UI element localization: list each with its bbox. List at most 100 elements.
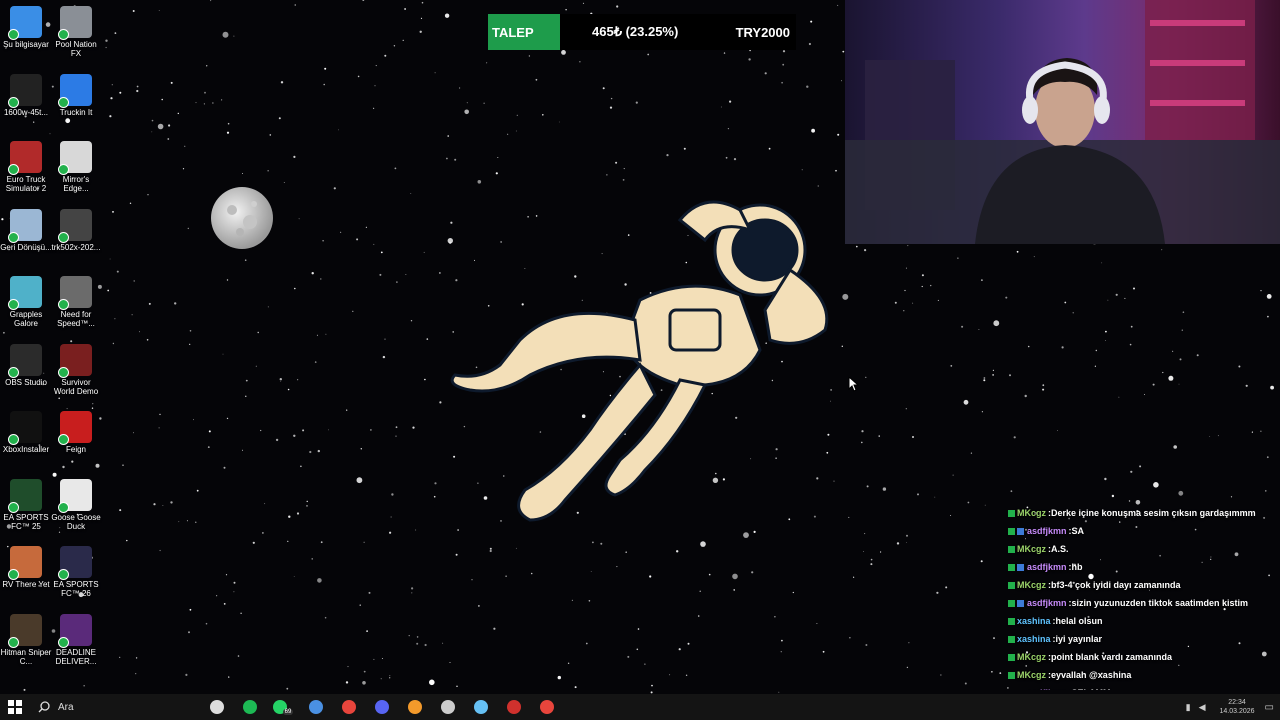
desktop-shortcut[interactable]: Şu bilgisayar: [0, 6, 52, 49]
desktop-shortcut-label: DEADLINE DELIVER...: [55, 647, 97, 666]
chat-message: MKcgz : bf3-4 çok iyidi dayı zamanında: [1006, 576, 1280, 594]
desktop-shortcut[interactable]: Goose Goose Duck: [50, 478, 102, 531]
subscriber-badge-icon: [1008, 635, 1015, 643]
desktop-icon-grid: Şu bilgisayar Pool Nation FX 1600w-45t... T…: [0, 0, 110, 694]
desktop-shortcut[interactable]: OBS Studio: [0, 343, 52, 387]
taskbar-app-button[interactable]: [530, 694, 563, 720]
desktop-shortcut[interactable]: Hitman Sniper C...: [0, 613, 52, 666]
desktop-shortcut[interactable]: RV There Yet: [0, 546, 52, 589]
desktop-shortcut[interactable]: DEADLINE DELIVER...: [50, 613, 102, 666]
sync-check-icon: [8, 231, 19, 243]
notifications-icon[interactable]: ▭: [1265, 702, 1274, 713]
stream-chat: MKcgz : Derke içine konuşma sesim çıksın…: [1006, 504, 1280, 690]
chat-text: helal olsun: [1055, 616, 1103, 626]
desktop-shortcut[interactable]: Mirror's Edge...: [50, 141, 102, 193]
desktop-shortcut[interactable]: Euro Truck Simulator 2: [0, 141, 52, 193]
subscriber-badge-icon: [1008, 545, 1015, 553]
sync-check-icon: [58, 434, 69, 445]
subscriber-badge-icon: [1008, 653, 1015, 661]
chat-username: asdfjkmn: [1027, 526, 1067, 536]
taskbar-app-button[interactable]: [233, 694, 266, 720]
chat-username: MKcgz: [1017, 544, 1046, 554]
chat-message: asdfjkmn : SA: [1006, 522, 1280, 540]
chrome-alt-icon: [539, 700, 554, 714]
desktop-shortcut[interactable]: Feign: [50, 411, 102, 454]
desktop-shortcut[interactable]: Survivor World Demo: [50, 343, 102, 396]
desktop-shortcut-label: Pool Nation FX: [55, 40, 97, 58]
desktop-shortcut-label: EA SPORTS FC™ 25: [3, 512, 49, 531]
taskbar-app-button[interactable]: [332, 694, 365, 720]
subscriber-badge-icon: [1008, 509, 1015, 517]
taskbar-app-button[interactable]: [200, 694, 233, 720]
sync-check-icon: [58, 231, 69, 243]
sync-check-icon: [58, 569, 69, 580]
chat-text: bf3-4 çok iyidi dayı zamanında: [1051, 580, 1181, 590]
discord-icon: [374, 700, 389, 714]
taskbar-app-button[interactable]: [299, 694, 332, 720]
game-icon: [8, 276, 42, 310]
chat-username: xashina: [1017, 616, 1051, 626]
network-icon[interactable]: ▮: [1186, 702, 1191, 713]
chat-message: MKcgz : A.S.: [1006, 540, 1280, 558]
windows-logo-icon: [8, 700, 22, 714]
subscriber-badge-icon: [1008, 617, 1015, 625]
subscriber-badge-icon: [1008, 671, 1015, 679]
search-icon: [38, 701, 50, 713]
desktop-shortcut[interactable]: XboxInstaller: [0, 411, 52, 454]
file-explorer-icon: [308, 700, 323, 714]
sync-check-icon: [58, 366, 69, 378]
desktop-shortcut[interactable]: EA SPORTS FC™ 26: [50, 546, 102, 598]
chat-text: point blank vardı zamanında: [1051, 652, 1173, 662]
chat-message: xashina : helal olsun: [1006, 612, 1280, 630]
cloud-app-icon: [407, 700, 422, 714]
desktop-shortcut[interactable]: Grapples Galore: [0, 276, 52, 328]
taskbar-app-button[interactable]: [464, 694, 497, 720]
donation-goal-amount: 465₺ (23.25%): [592, 24, 679, 39]
sync-check-icon: [8, 434, 19, 445]
platform-badge-icon: [1017, 527, 1024, 535]
start-button[interactable]: [0, 694, 30, 720]
astronaut-illustration: [450, 200, 829, 522]
chat-username: asdfjkmn: [1027, 562, 1067, 572]
chat-message: asdfjkmn : hb: [1006, 558, 1280, 576]
sync-check-icon: [58, 501, 69, 513]
taskbar: Ara 69 ▮ ◀ 22:34 14.03.2026 ▭: [0, 694, 1280, 720]
desktop-shortcut[interactable]: Need for Speed™...: [50, 276, 102, 328]
platform-badge-icon: [1017, 563, 1024, 571]
desktop-shortcut-label: 1600w-45t...: [3, 107, 49, 117]
desktop-shortcut[interactable]: trk502x-202...: [50, 208, 102, 252]
desktop-shortcut-label: Mirror's Edge...: [62, 175, 90, 193]
obs-icon: [440, 700, 455, 714]
desktop-shortcut[interactable]: EA SPORTS FC™ 25: [0, 478, 52, 531]
taskbar-app-button[interactable]: [497, 694, 530, 720]
volume-icon[interactable]: ◀: [1199, 702, 1206, 713]
desktop-shortcut[interactable]: 1600w-45t...: [0, 73, 52, 117]
game-icon: [8, 546, 42, 580]
desktop-shortcut[interactable]: Truckin It: [50, 73, 102, 117]
taskbar-search-box[interactable]: Ara: [30, 694, 180, 720]
game-icon: [58, 343, 92, 378]
taskbar-clock[interactable]: 22:34 14.03.2026: [1220, 698, 1255, 716]
chat-username: xashina: [1017, 634, 1051, 644]
chat-username: MKcgz: [1017, 508, 1046, 518]
taskbar-app-button[interactable]: 69: [266, 694, 299, 720]
taskbar-app-button[interactable]: [431, 694, 464, 720]
desktop-shortcut[interactable]: Geri Dönüşü...: [0, 208, 52, 252]
truck-icon: [8, 141, 42, 175]
sync-check-icon: [58, 164, 69, 175]
chat-text: eyvallah @xashina: [1051, 670, 1132, 680]
chat-message: asdfjkmn : sizin yuzunuzden tiktok saati…: [1006, 594, 1280, 612]
desktop-shortcut-label: OBS Studio: [5, 377, 47, 387]
game-icon: [8, 613, 42, 648]
taskbar-app-button[interactable]: [398, 694, 431, 720]
chat-text: A.S.: [1051, 544, 1069, 554]
chat-text: hb: [1071, 562, 1083, 572]
computer-icon: [8, 6, 42, 40]
football-icon: [8, 478, 42, 513]
taskbar-app-button[interactable]: [365, 694, 398, 720]
chat-message: MKcgz : Derke içine konuşma sesim çıksın…: [1006, 504, 1280, 522]
game-launcher-icon: [506, 700, 521, 714]
desktop-shortcut-label: trk502x-202...: [51, 242, 101, 252]
desktop-shortcut[interactable]: Pool Nation FX: [50, 6, 102, 58]
chat-username: asdfjkmn: [1027, 688, 1067, 690]
